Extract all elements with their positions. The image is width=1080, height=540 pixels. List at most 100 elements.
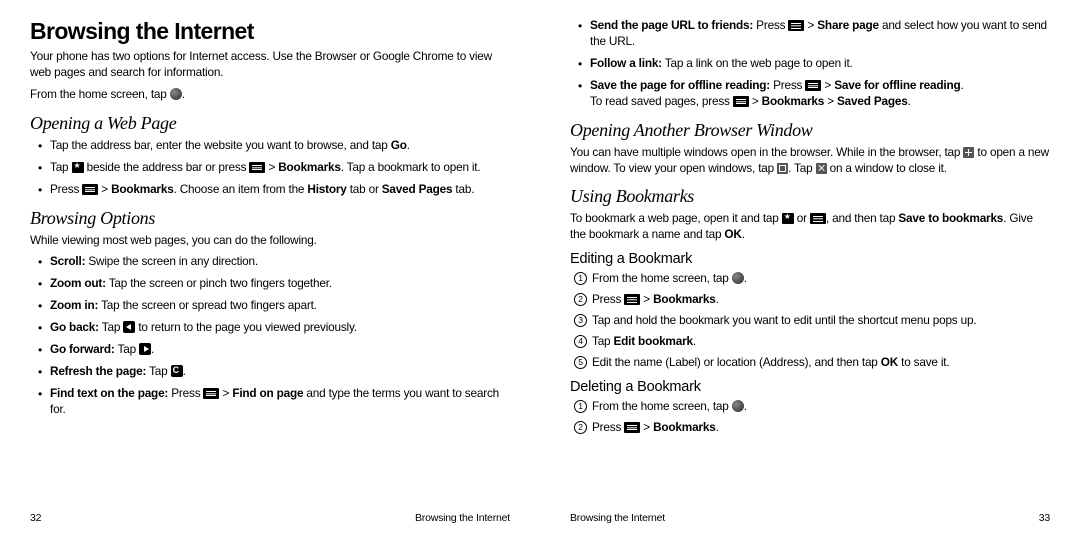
bookmark-star-icon xyxy=(782,213,794,224)
text: Tap xyxy=(592,334,614,348)
list-item: Tap beside the address bar or press > Bo… xyxy=(40,160,510,176)
page-title: Browsing the Internet xyxy=(30,18,510,45)
close-icon xyxy=(816,163,827,174)
text: . xyxy=(151,342,154,356)
list-item: Save the page for offline reading: Press… xyxy=(580,78,1050,110)
footer-title: Browsing the Internet xyxy=(415,512,510,524)
left-content: Browsing the Internet Your phone has two… xyxy=(30,18,510,508)
list-item: Tap the address bar, enter the website y… xyxy=(40,138,510,154)
text: From the home screen, tap xyxy=(592,399,732,413)
tabs-icon xyxy=(777,163,788,174)
text: Press xyxy=(50,182,82,196)
bookmarks-label: Bookmarks xyxy=(653,420,715,434)
text: Press xyxy=(753,18,788,32)
browsing-options-intro: While viewing most web pages, you can do… xyxy=(30,233,510,249)
text: Tap xyxy=(99,320,123,334)
browsing-options-list: Scroll: Swipe the screen in any directio… xyxy=(30,254,510,417)
menu-icon xyxy=(624,294,640,305)
bookmarks-label: Bookmarks xyxy=(111,182,173,196)
text: From the home screen, tap xyxy=(592,271,732,285)
footer-right: Browsing the Internet 33 xyxy=(570,508,1050,524)
heading-editing-bookmark: Editing a Bookmark xyxy=(570,251,1050,267)
bookmarks-label: Bookmarks xyxy=(762,94,824,108)
list-item: Go back: Tap to return to the page you v… xyxy=(40,320,510,336)
text: . xyxy=(183,364,186,378)
text: You can have multiple windows open in th… xyxy=(570,145,963,159)
save-to-bookmarks-label: Save to bookmarks xyxy=(898,211,1003,225)
text: Press xyxy=(592,292,624,306)
footer-left: 32 Browsing the Internet xyxy=(30,508,510,524)
open-web-page-list: Tap the address bar, enter the website y… xyxy=(30,138,510,198)
list-item: Press > Bookmarks. xyxy=(576,420,1050,436)
text: . xyxy=(716,420,719,434)
text: tab or xyxy=(347,182,382,196)
menu-icon xyxy=(82,184,98,195)
scroll-label: Scroll: xyxy=(50,254,85,268)
text: to save it. xyxy=(898,355,949,369)
menu-icon xyxy=(624,422,640,433)
browser-globe-icon xyxy=(732,400,744,412)
text: > xyxy=(640,292,653,306)
text: . Tap a bookmark to open it. xyxy=(341,160,481,174)
menu-icon xyxy=(249,162,265,173)
list-item: Tap and hold the bookmark you want to ed… xyxy=(576,313,1050,329)
text: . xyxy=(716,292,719,306)
text: > xyxy=(98,182,111,196)
list-item: Scroll: Swipe the screen in any directio… xyxy=(40,254,510,270)
heading-opening-web-page: Opening a Web Page xyxy=(30,113,510,134)
bookmarks-label: Bookmarks xyxy=(653,292,715,306)
back-icon xyxy=(123,321,135,333)
refresh-icon xyxy=(171,365,183,377)
text: > xyxy=(265,160,278,174)
text: . xyxy=(908,94,911,108)
text: Tap xyxy=(50,160,72,174)
zoom-out-label: Zoom out: xyxy=(50,276,106,290)
list-item: Refresh the page: Tap . xyxy=(40,364,510,380)
text: to return to the page you viewed previou… xyxy=(135,320,357,334)
menu-icon xyxy=(805,80,821,91)
menu-icon xyxy=(810,213,826,224)
browser-globe-icon xyxy=(732,272,744,284)
text: , and then tap xyxy=(826,211,898,225)
text: > xyxy=(824,94,837,108)
text: Press xyxy=(168,386,203,400)
text: To read saved pages, press xyxy=(590,94,733,108)
menu-icon xyxy=(788,20,804,31)
text: . xyxy=(744,399,747,413)
save-for-offline-label: Save for offline reading xyxy=(834,78,960,92)
follow-link-label: Follow a link: xyxy=(590,56,662,70)
list-item: Press > Bookmarks. Choose an item from t… xyxy=(40,182,510,198)
list-item: Edit the name (Label) or location (Addre… xyxy=(576,355,1050,371)
send-url-label: Send the page URL to friends: xyxy=(590,18,753,32)
page-left: Browsing the Internet Your phone has two… xyxy=(0,0,540,540)
bookmarks-label: Bookmarks xyxy=(278,160,340,174)
from-home-line: From the home screen, tap . xyxy=(30,87,510,103)
plus-icon xyxy=(963,147,974,158)
go-forward-label: Go forward: xyxy=(50,342,115,356)
intro-text: Your phone has two options for Internet … xyxy=(30,49,510,81)
ok-label: OK xyxy=(724,227,741,241)
another-window-text: You can have multiple windows open in th… xyxy=(570,145,1050,177)
list-item: Press > Bookmarks. xyxy=(576,292,1050,308)
text: > xyxy=(749,94,762,108)
text: To bookmark a web page, open it and tap xyxy=(570,211,782,225)
save-offline-label: Save the page for offline reading: xyxy=(590,78,770,92)
page-number: 32 xyxy=(30,512,41,524)
text: Press xyxy=(770,78,805,92)
find-label: Find text on the page: xyxy=(50,386,168,400)
menu-icon xyxy=(733,96,749,107)
refresh-label: Refresh the page: xyxy=(50,364,146,378)
text: > xyxy=(804,18,817,32)
list-item: From the home screen, tap . xyxy=(576,271,1050,287)
heading-deleting-bookmark: Deleting a Bookmark xyxy=(570,379,1050,395)
text: From the home screen, tap xyxy=(30,87,170,101)
text: . xyxy=(744,271,747,285)
text: Tap a link on the web page to open it. xyxy=(662,56,853,70)
text: Tap the address bar, enter the website y… xyxy=(50,138,391,152)
bookmarks-intro: To bookmark a web page, open it and tap … xyxy=(570,211,1050,243)
text: Swipe the screen in any direction. xyxy=(85,254,258,268)
text: Tap the screen or spread two fingers apa… xyxy=(98,298,317,312)
deleting-bookmark-steps: From the home screen, tap . Press > Book… xyxy=(570,399,1050,436)
text: tab. xyxy=(452,182,474,196)
text: . xyxy=(182,87,185,101)
